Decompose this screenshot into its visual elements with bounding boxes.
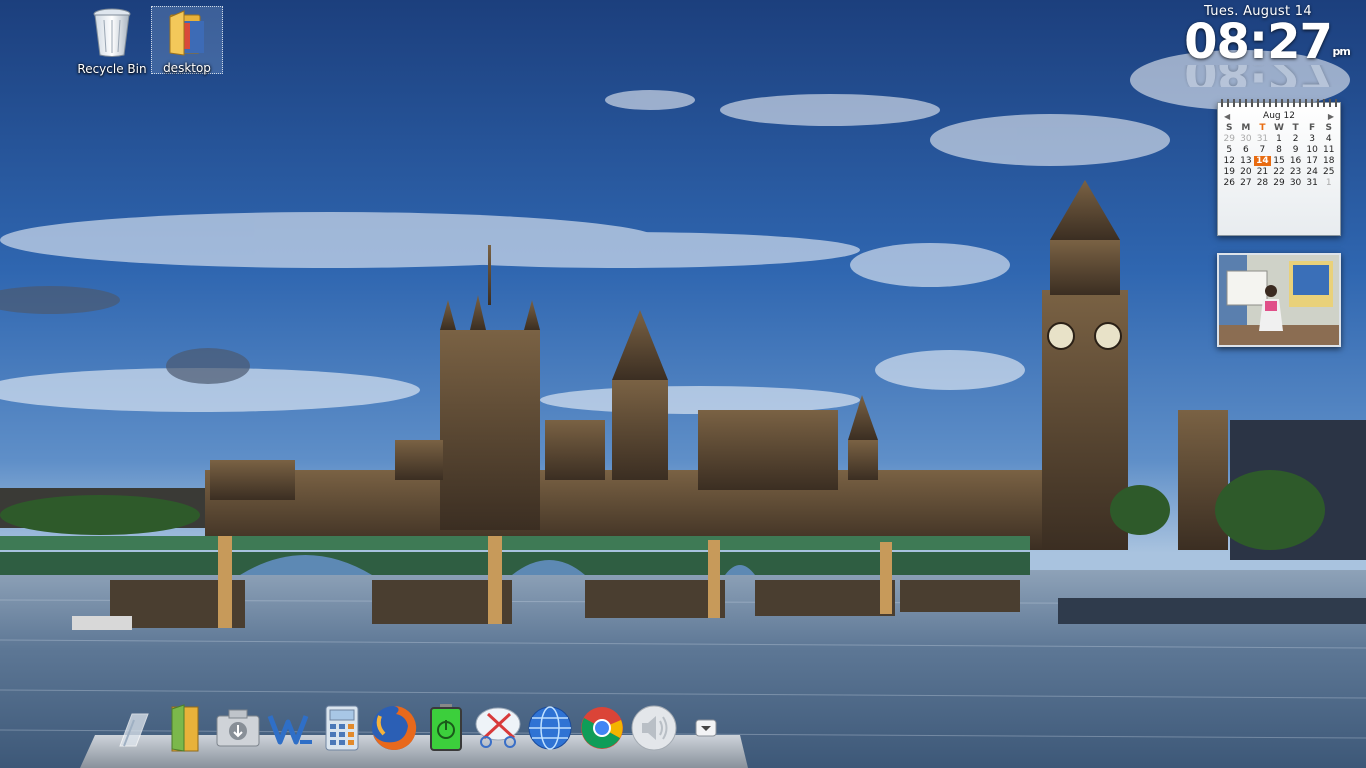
calendar-day[interactable]: 11	[1320, 145, 1337, 155]
show-desktop-icon	[119, 713, 149, 747]
clock-time: 08:27 pm	[1184, 18, 1351, 66]
calendar-day[interactable]: 19	[1221, 167, 1238, 177]
calendar-day[interactable]: 23	[1287, 167, 1304, 177]
calendar-day[interactable]: 18	[1320, 156, 1337, 166]
calendar-day[interactable]: 7	[1254, 145, 1271, 155]
calendar-header: ◀ Aug 12 ▶	[1218, 107, 1340, 123]
calendar-day-name: W	[1274, 123, 1284, 133]
calendar-day[interactable]: 5	[1221, 145, 1238, 155]
calendar-day[interactable]: 30	[1287, 178, 1304, 188]
calendar-day[interactable]: 17	[1304, 156, 1321, 166]
office-writer-icon	[267, 715, 312, 745]
dock-item-menu[interactable]	[680, 702, 732, 754]
dock-item-network-globe[interactable]	[524, 702, 576, 754]
calendar-day-name: M	[1241, 123, 1251, 133]
dock-menu-arrow-icon	[695, 719, 717, 737]
calendar-day[interactable]: 10	[1304, 145, 1321, 155]
calendar-rings	[1221, 99, 1337, 107]
calendar-day[interactable]: 9	[1287, 145, 1304, 155]
desktop-folder-label: desktop	[163, 61, 211, 75]
firefox-icon	[372, 705, 417, 750]
dock-item-volume[interactable]	[628, 702, 680, 754]
calculator-icon	[325, 705, 359, 751]
calendar-grid: S M T W T F S 29 30 31 1 2 3 4 5 6 7 8 9…	[1218, 123, 1340, 188]
network-globe-icon	[528, 706, 572, 750]
calendar-day[interactable]: 27	[1238, 178, 1255, 188]
calendar-day[interactable]: 8	[1271, 145, 1288, 155]
calendar-widget[interactable]: ◀ Aug 12 ▶ S M T W T F S 29 30 31 1 2 3 …	[1217, 99, 1341, 236]
calendar-day[interactable]: 30	[1238, 134, 1255, 144]
clock-reflection: 08:27	[1168, 65, 1348, 87]
calendar-day[interactable]: 4	[1320, 134, 1337, 144]
calendar-day-name: S	[1325, 123, 1332, 133]
dock-item-firefox[interactable]	[368, 702, 420, 754]
dock-item-show-desktop[interactable]	[108, 702, 160, 754]
dock	[108, 700, 732, 754]
download-drive-icon	[216, 709, 260, 747]
calendar-day[interactable]: 29	[1221, 134, 1238, 144]
recycle-bin-icon	[93, 8, 131, 57]
calendar-day-name: F	[1309, 123, 1316, 133]
calendar-day[interactable]: 2	[1287, 134, 1304, 144]
calendar-day-today[interactable]: 14	[1254, 156, 1271, 166]
calendar-day[interactable]: 1	[1271, 134, 1288, 144]
calendar-day[interactable]: 3	[1304, 134, 1321, 144]
calendar-prev-arrow-icon[interactable]: ◀	[1224, 112, 1230, 121]
calendar-day[interactable]: 1	[1320, 178, 1337, 188]
dock-item-download-drive[interactable]	[212, 702, 264, 754]
calendar-day[interactable]: 31	[1304, 178, 1321, 188]
dock-item-calculator[interactable]	[316, 702, 368, 754]
calendar-day[interactable]: 25	[1320, 167, 1337, 177]
calendar-day[interactable]: 6	[1238, 145, 1255, 155]
power-battery-icon	[430, 704, 462, 751]
calendar-day[interactable]: 31	[1254, 134, 1271, 144]
calendar-day[interactable]: 20	[1238, 167, 1255, 177]
calendar-month-label: Aug 12	[1263, 111, 1295, 121]
dock-item-chrome[interactable]	[576, 702, 628, 754]
snipping-tool-icon	[475, 707, 521, 748]
calendar-day[interactable]: 21	[1254, 167, 1271, 177]
dock-item-power-battery[interactable]	[420, 702, 472, 754]
clock-time-digits: 08:27	[1184, 14, 1333, 70]
calendar-day-name: T	[1259, 123, 1266, 133]
recycle-bin-label: Recycle Bin	[77, 62, 147, 76]
chrome-icon	[581, 707, 623, 749]
calendar-day[interactable]: 28	[1254, 178, 1271, 188]
calendar-day[interactable]: 13	[1238, 156, 1255, 166]
desktop-wallpaper	[0, 0, 1366, 768]
calendar-day-name: S	[1226, 123, 1233, 133]
dock-item-file-manager[interactable]	[160, 702, 212, 754]
dock-item-snipping-tool[interactable]	[472, 702, 524, 754]
calendar-day[interactable]: 22	[1271, 167, 1288, 177]
calendar-day[interactable]: 15	[1271, 156, 1288, 166]
calendar-day[interactable]: 24	[1304, 167, 1321, 177]
calendar-day[interactable]: 26	[1221, 178, 1238, 188]
calendar-day[interactable]: 12	[1221, 156, 1238, 166]
calendar-next-arrow-icon[interactable]: ▶	[1328, 112, 1334, 121]
calendar-day-name: T	[1292, 123, 1299, 133]
photo-frame-widget[interactable]	[1217, 253, 1341, 347]
volume-icon	[631, 705, 677, 751]
calendar-day[interactable]: 16	[1287, 156, 1304, 166]
recycle-bin-shortcut[interactable]: Recycle Bin	[76, 6, 148, 76]
calendar-day[interactable]: 29	[1271, 178, 1288, 188]
clock-widget[interactable]: Tues. August 14 08:27pm 08:27	[1168, 4, 1351, 87]
desktop-folder-shortcut[interactable]: desktop	[151, 6, 223, 75]
file-manager-icon	[171, 704, 199, 752]
folder-icon	[169, 10, 204, 56]
photo-image	[1219, 255, 1339, 345]
dock-item-office-writer[interactable]	[264, 702, 316, 754]
